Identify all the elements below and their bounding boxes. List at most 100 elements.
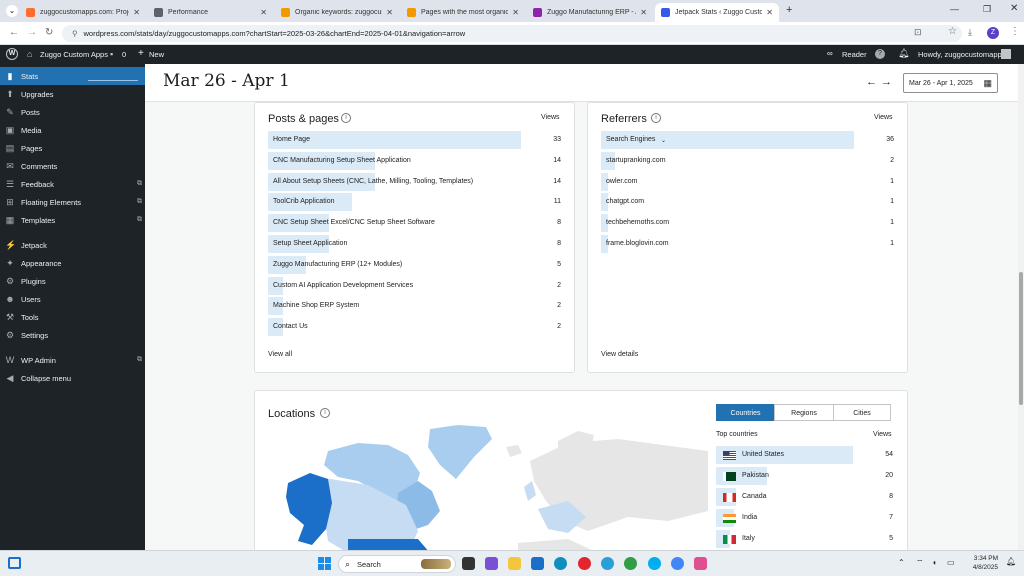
notifications-icon[interactable]: 🔔︎ [898,48,909,59]
help-icon[interactable]: ? [875,49,885,59]
profile-avatar[interactable]: Z [987,27,999,39]
tab-close-icon[interactable]: ✕ [386,8,393,17]
clock-time[interactable]: 3:34 PM [964,555,998,562]
back-icon[interactable]: ← [9,27,19,38]
date-range-button[interactable]: Mar 26 - Apr 1, 2025 ▦ [903,73,998,93]
reader-link[interactable]: Reader [842,50,867,59]
sidebar-item-templates[interactable]: ▦ Templates ⧉ [0,211,145,229]
post-row[interactable]: All About Setup Sheets (CNC, Lathe, Mill… [268,172,563,191]
home-icon[interactable]: ⌂ [27,49,32,59]
chevron-down-icon[interactable]: ⌄ [661,137,666,144]
referrer-row[interactable]: startupranking.com 2 [601,151,896,170]
site-name-link[interactable]: Zuggo Custom Apps [40,50,108,59]
bookmark-icon[interactable]: ☆ [948,26,957,37]
referrer-row[interactable]: techbehemoths.com 1 [601,214,896,233]
country-row[interactable]: Canada 8 [716,488,901,506]
page-scrollbar[interactable] [1018,64,1024,550]
snipping-tool-icon[interactable] [694,557,707,570]
referrer-row[interactable]: chatgpt.com 1 [601,193,896,212]
sidebar-item-jetpack[interactable]: ⚡ Jetpack [0,236,145,254]
minimize-icon[interactable]: — [950,4,959,14]
tab-close-icon[interactable]: ✕ [133,8,140,17]
tray-chevron-icon[interactable]: ⌃ [898,558,905,567]
reader-icon[interactable]: ∞ [827,49,833,58]
sidebar-item-comments[interactable]: ✉ Comments [0,157,145,175]
country-row[interactable]: Italy 5 [716,530,901,548]
post-row[interactable]: CNC Setup Sheet Excel/CNC Setup Sheet So… [268,214,563,233]
country-row[interactable]: United States 54 [716,446,901,464]
comments-count[interactable]: 0 [122,50,126,59]
sidebar-item-posts[interactable]: ✎ Posts [0,103,145,121]
downloads-icon[interactable]: ⤓ [968,27,972,38]
prev-period-icon[interactable]: ← [866,76,877,88]
start-icon[interactable] [318,557,331,570]
country-row[interactable]: India 7 [716,509,901,527]
browser-tab[interactable]: Pages with the most organic tra✕ [401,3,525,22]
network-icon[interactable]: ⌔ [916,558,924,568]
close-window-icon[interactable]: ✕ [1010,3,1018,14]
new-tab-button[interactable]: + [786,4,792,16]
view-all-link[interactable]: View all [268,351,292,358]
tab-countries[interactable]: Countries [716,404,775,421]
chrome-profile-icon[interactable] [671,557,684,570]
post-row[interactable]: Setup Sheet Application 8 [268,235,563,253]
user-avatar[interactable] [1001,49,1011,59]
scrollbar-thumb[interactable] [1019,272,1023,405]
sidebar-item-media[interactable]: ▣ Media [0,121,145,139]
post-row[interactable]: CNC Manufacturing Setup Sheet Applicatio… [268,151,563,170]
howdy-link[interactable]: Howdy, zuggocustomapps [918,50,1005,59]
info-icon[interactable]: i [320,408,330,418]
tab-regions[interactable]: Regions [774,404,834,421]
sidebar-item-settings[interactable]: ⚙ Settings [0,326,145,344]
sidebar-item-floating-elements[interactable]: ⊞ Floating Elements ⧉ [0,193,145,211]
copilot-icon[interactable] [485,557,498,570]
file-explorer-icon[interactable] [508,557,521,570]
tab-close-icon[interactable]: ✕ [766,8,773,17]
tab-close-icon[interactable]: ✕ [512,8,519,17]
forward-icon[interactable]: → [27,27,37,38]
edge-dev-icon[interactable] [601,557,614,570]
sidebar-item-upgrades[interactable]: ⬆ Upgrades [0,85,145,103]
world-map[interactable] [268,421,708,550]
chrome-icon[interactable] [624,557,637,570]
tab-search-icon[interactable]: ⌄ [6,5,18,17]
browser-tab[interactable]: Organic keywords: zuggocusto ✕ [275,3,399,22]
tab-close-icon[interactable]: ✕ [640,8,647,17]
sidebar-item-users[interactable]: ☻ Users [0,290,145,308]
comment-icon[interactable]: ▪ [110,49,113,59]
address-bar[interactable]: ⚲ wordpress.com/stats/day/zuggocustomapp… [62,25,962,42]
reload-icon[interactable]: ↻ [45,27,53,38]
sidebar-item-pages[interactable]: ▤ Pages [0,139,145,157]
install-app-icon[interactable]: ⊡ [914,27,922,38]
maximize-icon[interactable]: ❐ [983,4,991,15]
post-row[interactable]: ToolCrib Application 11 [268,193,563,212]
sidebar-item-appearance[interactable]: ✦ Appearance [0,254,145,272]
sidebar-item-stats[interactable]: ▮ Stats [0,67,145,85]
info-icon[interactable]: i [341,113,351,123]
post-row[interactable]: Contact Us 2 [268,318,563,337]
notification-bell-icon[interactable]: 🔔︎ [1006,557,1016,566]
browser-menu-icon[interactable]: ⋮ [1010,26,1020,37]
browser-tab[interactable]: Zuggo Manufacturing ERP - AI ✕ [527,3,653,22]
view-details-link[interactable]: View details [601,351,638,358]
taskbar-search-box[interactable]: ⌕ Search [338,555,456,573]
next-period-icon[interactable]: → [881,76,892,88]
clock-date[interactable]: 4/8/2025 [964,564,998,571]
tab-close-icon[interactable]: ✕ [260,8,267,17]
referrer-row[interactable]: frame.bloglovin.com 1 [601,235,896,253]
site-info-icon[interactable]: ⚲ [72,29,78,38]
plus-icon[interactable]: + [138,48,144,59]
browser-tab[interactable]: Jetpack Stats ‹ Zuggo Custom A✕ [655,3,779,22]
battery-icon[interactable]: ▭ [947,558,955,567]
post-row[interactable]: Zuggo Manufacturing ERP (12+ Modules) 5 [268,255,563,274]
post-row[interactable]: Home Page 33 [268,131,563,149]
post-row[interactable]: Machine Shop ERP System 2 [268,297,563,316]
store-icon[interactable] [531,557,544,570]
new-link[interactable]: New [149,50,164,59]
edge-icon[interactable] [554,557,567,570]
volume-icon[interactable]: ◖ [932,558,937,567]
sidebar-item-plugins[interactable]: ⚙ Plugins [0,272,145,290]
widgets-icon[interactable] [8,557,21,569]
browser-tab[interactable]: Performance ✕ [148,3,273,22]
sidebar-item-collapse-menu[interactable]: ◀ Collapse menu [0,369,145,387]
